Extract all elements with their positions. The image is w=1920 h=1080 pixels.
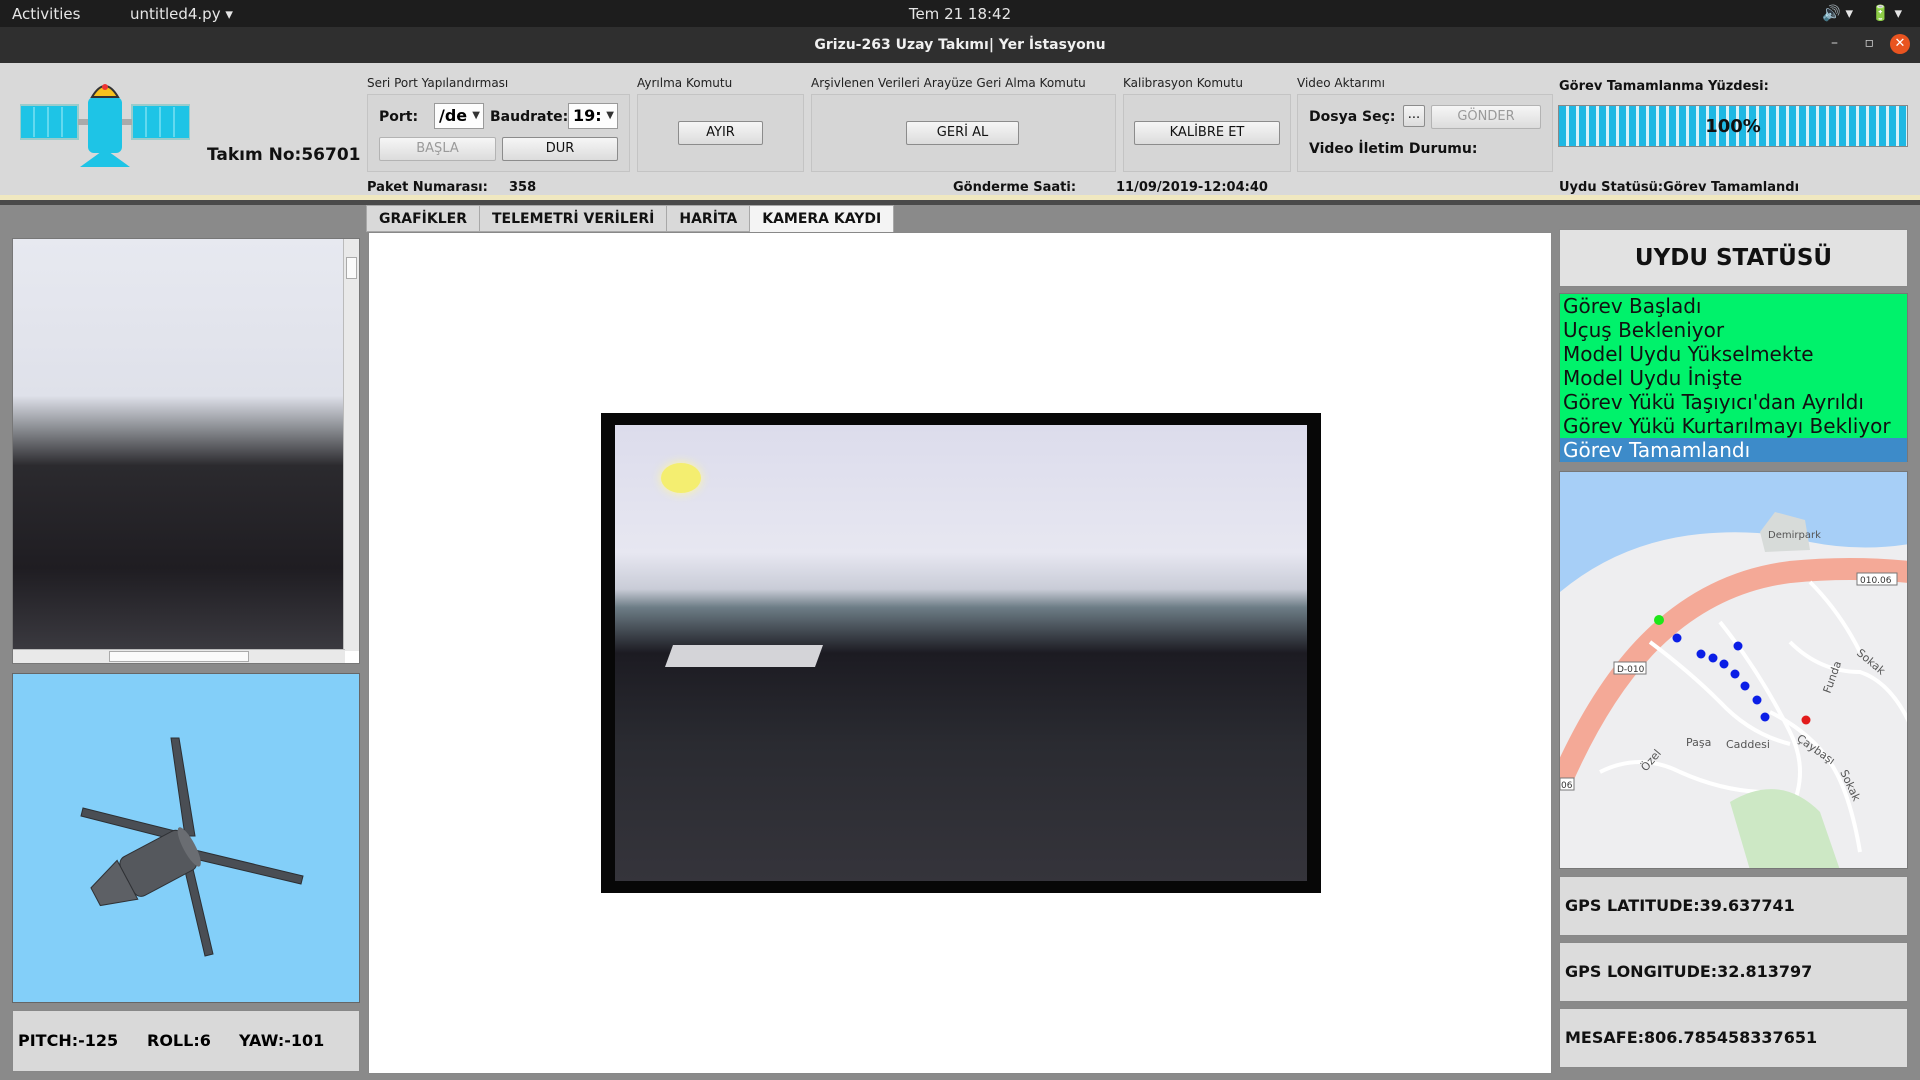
tab-graphs[interactable]: GRAFİKLER: [366, 205, 480, 232]
restore-button[interactable]: GERİ AL: [906, 121, 1019, 145]
port-select[interactable]: /de ▼: [434, 103, 484, 129]
yaw-value: YAW:-101: [239, 1031, 325, 1050]
sun-glare: [661, 463, 701, 493]
minimize-button[interactable]: –: [1831, 35, 1838, 51]
send-video-button[interactable]: GÖNDER: [1431, 105, 1541, 129]
tab-map[interactable]: HARİTA: [666, 205, 751, 232]
status-item[interactable]: Görev Yükü Kurtarılmayı Bekliyor: [1560, 414, 1907, 438]
camera-recording-frame: [601, 413, 1321, 893]
window-title-bar: Grizu-263 Uzay Takımı| Yer İstasyonu – ▫…: [0, 27, 1920, 63]
start-button[interactable]: BAŞLA: [379, 137, 496, 161]
scrollbar-thumb[interactable]: [346, 257, 357, 279]
packet-number-value: 358: [509, 180, 537, 195]
satellite-status-text: Uydu Statüsü:Görev Tamamlandı: [1559, 180, 1800, 195]
payload-model-icon: [80, 737, 304, 957]
calibration-group-label: Kalibrasyon Komutu: [1123, 76, 1243, 90]
map-street-label: Caddesi: [1726, 738, 1770, 751]
roll-value: ROLL:6: [147, 1031, 211, 1050]
status-item[interactable]: Model Uydu Yükselmekte: [1560, 342, 1907, 366]
file-select-label: Dosya Seç:: [1309, 109, 1396, 125]
port-label: Port:: [379, 109, 419, 125]
status-panel-title: UYDU STATÜSÜ: [1559, 229, 1908, 287]
packet-number-label: Paket Numarası:: [367, 180, 488, 195]
browse-button[interactable]: ...: [1403, 105, 1425, 127]
chevron-down-icon: ▼: [606, 110, 614, 121]
scrollbar-thumb[interactable]: [109, 651, 249, 662]
baudrate-select[interactable]: 19: ▼: [568, 103, 618, 129]
send-time-value: 11/09/2019-12:04:40: [1116, 180, 1268, 195]
map-canvas: Demirpark 010.06 D-010 06 Funda Sokak Pa…: [1560, 512, 1907, 868]
start-marker: [1654, 615, 1664, 625]
archive-group-label: Arşivlenen Verileri Arayüze Geri Alma Ko…: [811, 76, 1086, 90]
baudrate-select-value: 19:: [573, 106, 602, 125]
stop-button[interactable]: DUR: [502, 137, 618, 161]
control-header: Takım No:56701 Seri Port Yapılandırması …: [0, 63, 1920, 200]
video-status-label: Video İletim Durumu:: [1309, 141, 1478, 157]
baudrate-label: Baudrate:: [490, 109, 569, 125]
tab-bar: GRAFİKLER TELEMETRİ VERİLERİ HARİTA KAME…: [366, 205, 895, 233]
team-number: Takım No:56701: [207, 145, 361, 165]
gps-latitude: GPS LATITUDE:39.637741: [1559, 876, 1908, 936]
status-item[interactable]: Görev Yükü Taşıyıcı'dan Ayrıldı: [1560, 390, 1907, 414]
separation-group-label: Ayrılma Komutu: [637, 76, 733, 90]
calibrate-button[interactable]: KALİBRE ET: [1134, 121, 1280, 145]
mission-progress-bar: 100%: [1558, 105, 1908, 147]
maximize-button[interactable]: ▫: [1865, 35, 1875, 51]
horizontal-scrollbar[interactable]: [13, 649, 345, 663]
system-top-bar: Activities untitled4.py ▾ Tem 21 18:42 🔊…: [0, 0, 1920, 27]
status-item[interactable]: Uçuş Bekleniyor: [1560, 318, 1907, 342]
window-title: Grizu-263 Uzay Takımı| Yer İstasyonu: [814, 37, 1106, 53]
progress-label: Görev Tamamlanma Yüzdesi:: [1559, 79, 1769, 94]
chevron-down-icon: ▼: [472, 110, 480, 121]
camera-recording-image: [615, 425, 1307, 881]
volume-icon[interactable]: 🔊 ▾: [1822, 4, 1853, 22]
map-label-demirpark: Demirpark: [1768, 530, 1821, 541]
status-item[interactable]: Model Uydu İnişte: [1560, 366, 1907, 390]
port-select-value: /de: [439, 106, 468, 125]
map-road-label: 06: [1561, 781, 1573, 791]
gps-longitude: GPS LONGITUDE:32.813797: [1559, 942, 1908, 1002]
camera-preview-image: [13, 239, 345, 651]
status-item[interactable]: Görev Başladı: [1560, 294, 1907, 318]
send-time-label: Gönderme Saati:: [953, 180, 1077, 195]
video-group-label: Video Aktarımı: [1297, 76, 1385, 90]
serial-port-group-label: Seri Port Yapılandırması: [367, 76, 509, 90]
attitude-readout: PITCH:-125 ROLL:6 YAW:-101: [12, 1010, 360, 1072]
camera-preview: [12, 238, 360, 664]
progress-value: 100%: [1705, 116, 1761, 137]
tab-telemetry[interactable]: TELEMETRİ VERİLERİ: [479, 205, 668, 232]
gps-map[interactable]: Demirpark 010.06 D-010 06 Funda Sokak Pa…: [1559, 471, 1908, 869]
map-road-label: 010.06: [1860, 576, 1892, 586]
system-tray[interactable]: 🔊 ▾ 🔋 ▾: [1822, 4, 1902, 22]
tab-content-camera: [368, 232, 1552, 1074]
rooftop: [664, 645, 824, 667]
attitude-3d-view[interactable]: [12, 673, 360, 1003]
main-area: PITCH:-125 ROLL:6 YAW:-101 GRAFİKLER TEL…: [0, 205, 1920, 1080]
distance-readout: MESAFE:806.785458337651: [1559, 1008, 1908, 1068]
battery-icon[interactable]: 🔋 ▾: [1871, 4, 1902, 22]
map-road-label: D-010: [1617, 665, 1645, 675]
clock[interactable]: Tem 21 18:42: [0, 5, 1920, 23]
separate-button[interactable]: AYIR: [678, 121, 763, 145]
pitch-value: PITCH:-125: [18, 1031, 119, 1050]
current-position-marker: [1801, 715, 1811, 725]
map-street-label: Paşa: [1686, 736, 1711, 749]
status-list[interactable]: Görev Başladı Uçuş Bekleniyor Model Uydu…: [1559, 293, 1908, 462]
vertical-scrollbar[interactable]: [343, 239, 359, 651]
tab-camera-record[interactable]: KAMERA KAYDI: [749, 205, 895, 233]
status-item-selected[interactable]: Görev Tamamlandı: [1560, 438, 1907, 462]
close-button[interactable]: ✕: [1890, 34, 1910, 54]
satellite-logo-icon: [20, 84, 190, 167]
